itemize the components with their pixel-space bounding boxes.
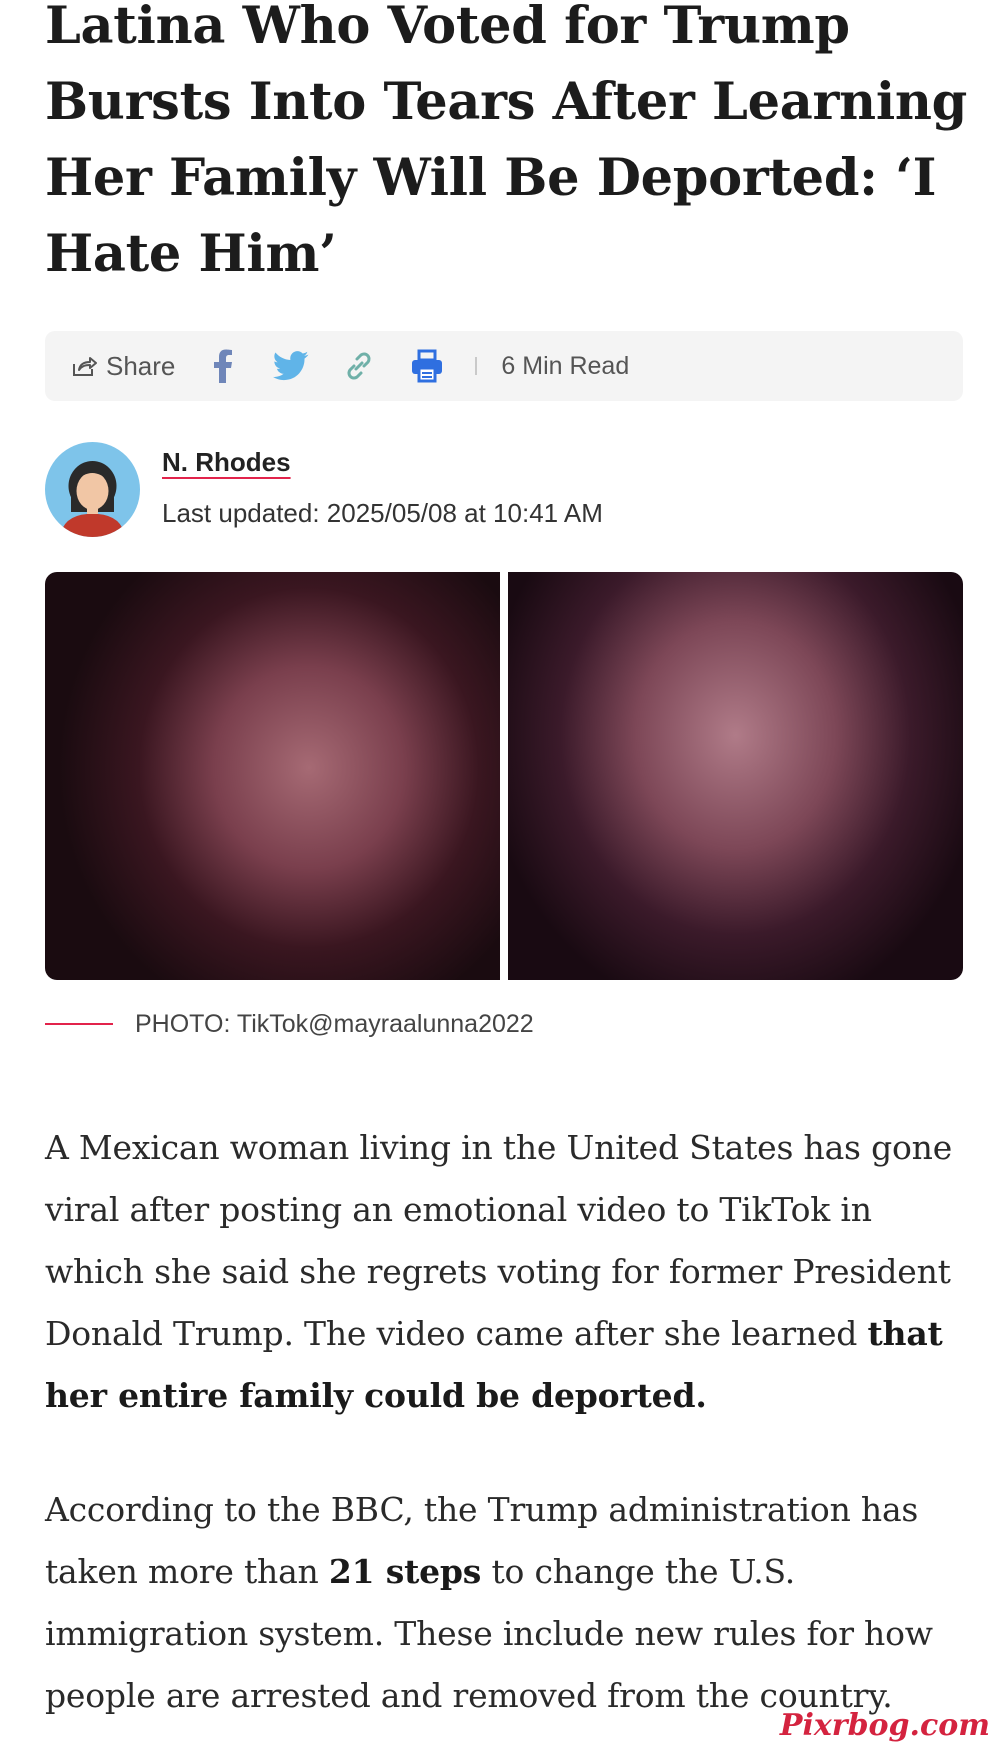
share-label: Share xyxy=(106,350,176,381)
facebook-share-button[interactable] xyxy=(203,346,243,386)
photo-left-panel xyxy=(45,572,500,980)
facebook-icon xyxy=(214,349,233,383)
watermark: Pixrbog.com xyxy=(779,1708,990,1743)
caption-accent-line xyxy=(45,1023,113,1025)
paragraph-2-bold: 21 steps xyxy=(328,1552,482,1591)
share-icon xyxy=(73,357,97,376)
copy-link-icon xyxy=(347,352,371,380)
photo-right-panel xyxy=(508,572,963,980)
photo-caption: PHOTO: TikTok@mayraalunna2022 xyxy=(135,1010,534,1038)
last-updated: Last updated: 2025/05/08 at 10:41 AM xyxy=(162,498,603,528)
twitter-icon xyxy=(273,351,309,381)
author-name-link[interactable]: N. Rhodes xyxy=(162,447,291,478)
read-time: 6 Min Read xyxy=(501,351,630,380)
article-photo[interactable] xyxy=(45,572,963,980)
paragraph-1-text: A Mexican woman living in the United Sta… xyxy=(45,1128,953,1353)
avatar-illustration xyxy=(45,442,140,537)
share-button[interactable]: Share xyxy=(71,351,175,382)
paragraph-2: According to the BBC, the Trump administ… xyxy=(45,1479,965,1727)
print-icon xyxy=(412,349,443,383)
author-avatar[interactable] xyxy=(45,442,140,537)
paragraph-1: A Mexican woman living in the United Sta… xyxy=(45,1117,965,1427)
divider xyxy=(475,357,478,375)
print-button[interactable] xyxy=(407,346,447,386)
copy-link-button[interactable] xyxy=(339,346,379,386)
share-bar: Share 6 Min Read xyxy=(45,331,963,401)
twitter-share-button[interactable] xyxy=(271,346,311,386)
article-title: Latina Who Voted for Trump Bursts Into T… xyxy=(45,0,968,284)
